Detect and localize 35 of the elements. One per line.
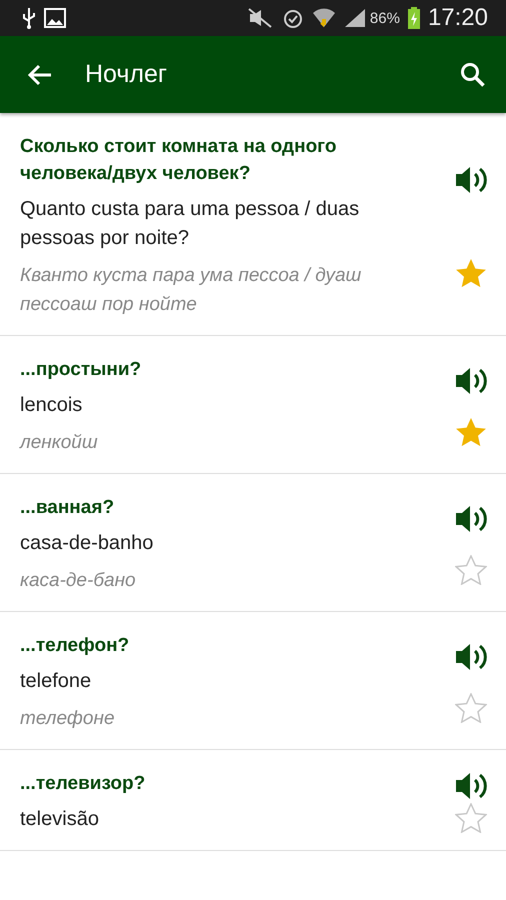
transliteration-text: Кванто куста пара ума пессоа / дуаш пессоаш пор нойте xyxy=(20,264,362,317)
screen-title: Ночлег xyxy=(85,60,168,89)
image-icon xyxy=(44,8,66,28)
speaker-icon[interactable] xyxy=(455,642,487,672)
transliteration-text: ленкойш xyxy=(20,431,99,455)
translation-text: televisão xyxy=(20,807,100,832)
speaker-icon[interactable] xyxy=(455,164,487,194)
phrase-text: Сколько стоит комната на одного человека/двух человек? xyxy=(20,135,338,186)
translation-text: telefone xyxy=(20,669,92,694)
phrase-text: ...телефон? xyxy=(20,634,130,658)
speaker-icon[interactable] xyxy=(455,504,487,534)
star-outline-icon[interactable] xyxy=(455,803,487,833)
translation-text: casa-de-banho xyxy=(20,531,154,556)
back-arrow-icon[interactable] xyxy=(27,62,53,86)
phrase-text: ...телевизор? xyxy=(20,772,146,796)
translation-text: Quanto custa para uma pessoa / duas pessoas por noite? xyxy=(20,197,360,251)
usb-icon xyxy=(22,7,36,29)
wifi-icon xyxy=(312,7,336,29)
speaker-icon[interactable] xyxy=(455,366,487,396)
speaker-icon[interactable] xyxy=(455,771,487,801)
battery-percent: 86% xyxy=(370,10,400,26)
translation-text: lencois xyxy=(20,393,84,418)
battery-charging-icon xyxy=(408,7,420,29)
phrase-text: ...простыни? xyxy=(20,358,142,382)
star-filled-icon[interactable] xyxy=(455,258,487,288)
signal-icon xyxy=(344,8,366,28)
search-icon[interactable] xyxy=(460,62,486,88)
transliteration-text: каса-де-бано xyxy=(20,569,137,593)
star-filled-icon[interactable] xyxy=(455,416,487,447)
clock-time: 17:20 xyxy=(428,4,488,32)
star-outline-icon[interactable] xyxy=(455,554,487,585)
star-outline-icon[interactable] xyxy=(455,692,487,723)
mute-icon xyxy=(248,8,274,28)
transliteration-text: телефоне xyxy=(20,707,116,731)
phrase-text: ...ванная? xyxy=(20,496,116,520)
